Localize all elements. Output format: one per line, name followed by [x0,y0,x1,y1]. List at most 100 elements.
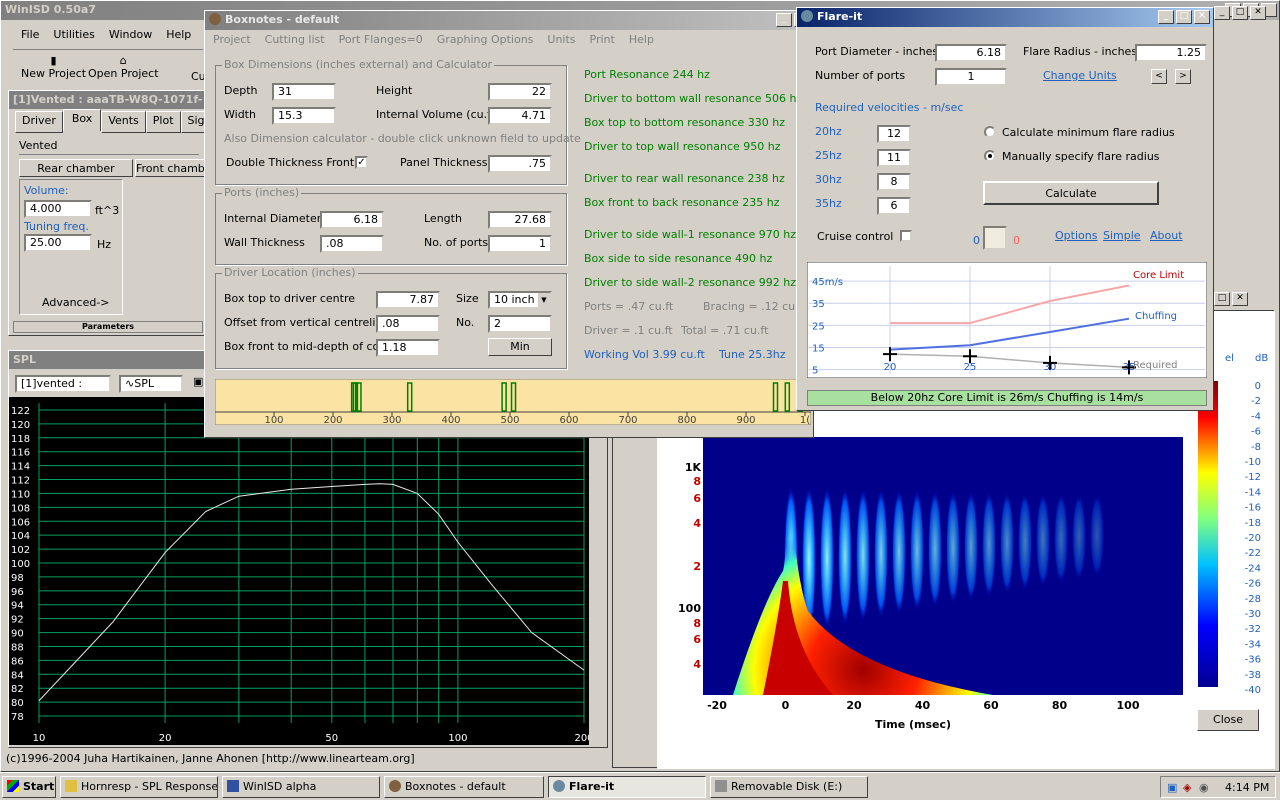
flareit-minimize-icon[interactable]: _ [1158,10,1174,24]
internal-diameter-input[interactable]: 6.18 [320,211,384,229]
advanced-button[interactable]: Advanced-> [42,296,110,309]
strip-tick-label: 400 [441,415,460,425]
wavelet-ridge [1000,492,1014,594]
flareit-close-icon[interactable]: ✕ [1194,10,1210,24]
winisd-toolbar: ▮ New Project ⌂ Open Project Cu [13,49,206,87]
res-top-bottom: Box top to bottom resonance 330 hz [584,116,786,129]
menu-help[interactable]: Help [629,33,654,46]
box-type[interactable]: Vented [19,139,199,155]
tab-driver[interactable]: Driver [15,111,63,133]
new-project-button[interactable]: ▮ New Project [21,54,86,80]
spl-driver-select[interactable]: [1]vented : [15,375,111,393]
offset-input[interactable]: .08 [376,315,440,333]
colorbar-tick: -36 [1245,655,1261,666]
hz30-input[interactable]: 8 [877,173,911,191]
print-icon[interactable]: ▣ [193,375,203,388]
length-input[interactable]: 27.68 [488,211,552,229]
tab-box[interactable]: Box [62,109,102,131]
width-input[interactable]: 15.3 [272,107,336,125]
prev-arrow-icon[interactable]: < [1151,69,1167,84]
hz35-input[interactable]: 6 [877,197,911,215]
hz25-label: 25hz [815,149,842,162]
flare-radius-input[interactable]: 1.25 [1135,44,1207,62]
radio-calculate-min[interactable] [984,126,996,138]
volume-icon[interactable]: ◈ [1183,781,1191,794]
min-button[interactable]: Min [488,338,552,356]
flareit-maximize-icon[interactable]: □ [1176,10,1192,24]
hz30-label: 30hz [815,173,842,186]
start-button[interactable]: Start [2,776,56,798]
simple-link[interactable]: Simple [1103,229,1141,242]
cruise-indicator [983,226,1007,250]
child-max-icon[interactable]: □ [1214,292,1230,306]
no-of-ports-input[interactable]: 1 [488,235,552,253]
network-icon[interactable]: ▣ [1167,781,1177,794]
port-diameter-input[interactable]: 6.18 [935,44,1007,62]
about-link[interactable]: About [1150,229,1183,242]
menu-project[interactable]: Project [213,33,251,46]
volume-input[interactable]: 4.000 [24,200,92,218]
panel-thickness-input[interactable]: .75 [488,155,552,173]
front-mid-cone-input[interactable]: 1.18 [376,339,440,357]
res-side-wall-2: Driver to side wall-2 resonance 992 hz [584,276,796,289]
spl-y-tick: 112 [11,476,30,487]
tab-plot[interactable]: Plot [145,111,181,133]
task-boxnotes[interactable]: Boxnotes - default [384,776,544,798]
menu-cutting-list[interactable]: Cutting list [265,33,325,46]
height-input[interactable]: 22 [488,83,552,101]
menu-port-flanges[interactable]: Port Flanges=0 [339,33,423,46]
menu-graphing-options[interactable]: Graphing Options [437,33,534,46]
flareit-titlebar: Flare-it _ □ ✕ [797,8,1213,27]
calculate-button[interactable]: Calculate [983,181,1159,205]
winisd-close-icon[interactable]: ✕ [1250,6,1266,20]
double-thickness-checkbox[interactable]: ✓ [355,156,368,169]
depth-input[interactable]: 31 [272,83,336,101]
menu-utilities[interactable]: Utilities [53,28,94,41]
task-winisd[interactable]: WinISD alpha [222,776,380,798]
close-button[interactable]: Close [1197,709,1259,731]
hz25-input[interactable]: 11 [877,149,911,167]
wall-thickness-input[interactable]: .08 [320,235,384,253]
open-project-button[interactable]: ⌂ Open Project [88,54,159,80]
radio-manual[interactable] [984,150,996,162]
colorbar-tick: -4 [1251,411,1261,422]
internal-volume-input[interactable]: 4.71 [488,107,552,125]
dropdown-arrow-icon[interactable]: ▼ [538,293,550,307]
winisd-min-icon[interactable]: _ [1214,6,1230,20]
safely-remove-icon[interactable]: ◉ [1199,781,1209,794]
size-select[interactable]: 10 inch ▼ [488,291,552,309]
driver-count-input[interactable]: 2 [488,315,552,333]
task-flareit[interactable]: Flare-it [548,776,706,798]
hz20-input[interactable]: 12 [877,125,911,143]
front-chamber-button[interactable]: Front chamb [135,159,205,177]
spl-y-tick: 104 [11,531,30,542]
wavelet-ridge [820,487,834,629]
change-units-link[interactable]: Change Units [1043,69,1117,82]
menu-print[interactable]: Print [590,33,615,46]
number-of-ports-input[interactable]: 1 [935,68,1007,86]
options-link[interactable]: Options [1055,229,1097,242]
menu-help[interactable]: Help [166,28,191,41]
boxnotes-minimize-icon[interactable]: _ [776,13,792,27]
box-top-driver-input[interactable]: 7.87 [376,291,440,309]
menu-units[interactable]: Units [547,33,575,46]
winisd-max-icon[interactable]: □ [1232,6,1248,20]
tab-vents[interactable]: Vents [101,111,146,133]
rear-chamber-button[interactable]: Rear chamber [19,159,133,177]
required-label: Required [1133,360,1178,371]
next-arrow-icon[interactable]: > [1175,69,1191,84]
child-close-icon[interactable]: ✕ [1232,292,1248,306]
hr-x-tick: -20 [707,699,727,712]
tuning-input[interactable]: 25.00 [24,234,92,252]
task-hornresp[interactable]: Hornresp - SPL Response [60,776,218,798]
menu-window[interactable]: Window [109,28,152,41]
depth-label: Depth [224,84,258,97]
length-label: Length [424,212,462,225]
menu-file[interactable]: File [21,28,39,41]
task-removable-disk[interactable]: Removable Disk (E:) [710,776,868,798]
cruise-control-checkbox[interactable] [900,230,912,242]
radio-manual-label: Manually specify flare radius [1002,150,1160,163]
spl-mode-select[interactable]: ∿SPL [119,375,183,393]
spl-x-tick: 100 [448,733,467,744]
windows-logo-icon [7,780,19,792]
